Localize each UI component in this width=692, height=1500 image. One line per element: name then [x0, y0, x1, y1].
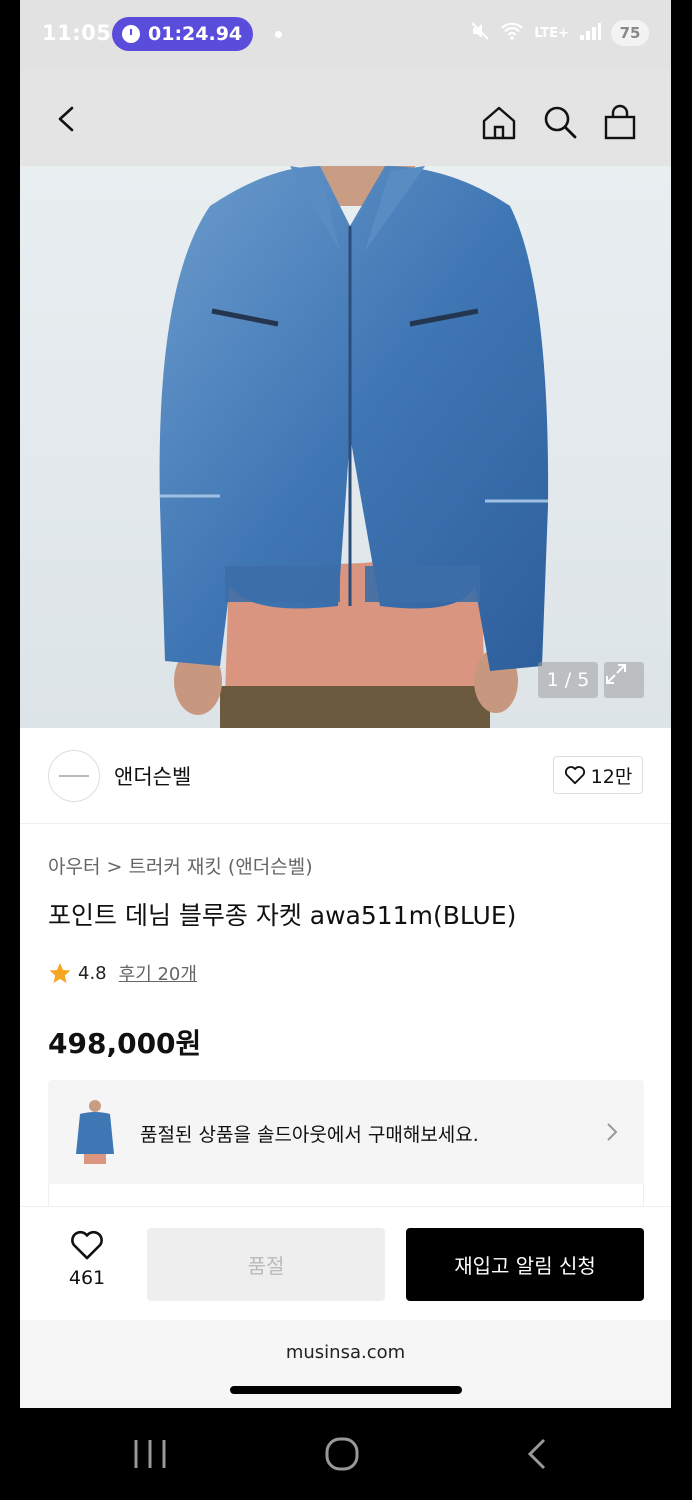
brand-logo	[48, 750, 100, 802]
mute-icon	[470, 21, 490, 45]
breadcrumb[interactable]: 아우터 > 트러커 재킷 (앤더슨벨)	[48, 852, 313, 879]
notification-dot	[275, 31, 282, 38]
home-icon[interactable]	[480, 104, 518, 142]
product-rating: 4.8 후기 20개	[48, 960, 197, 986]
browser-url-bar[interactable]: musinsa.com	[20, 1320, 671, 1408]
wifi-icon	[500, 21, 524, 45]
restock-notify-button[interactable]: 재입고 알림 신청	[406, 1228, 644, 1301]
stopwatch-icon	[122, 25, 140, 43]
home-button-icon[interactable]	[322, 1434, 362, 1474]
soldout-button[interactable]: 품절	[147, 1228, 385, 1301]
wishlist-button[interactable]: 461	[60, 1229, 114, 1289]
search-icon[interactable]	[541, 104, 579, 142]
heart-icon	[564, 766, 585, 785]
soldout-banner[interactable]: 품절된 상품을 솔드아웃에서 구매해보세요.	[48, 1080, 644, 1184]
bag-icon[interactable]	[601, 104, 639, 142]
reviews-link[interactable]: 후기 20개	[119, 960, 197, 986]
gesture-handle[interactable]	[230, 1386, 462, 1394]
bottom-action-bar: 461 품절 재입고 알림 신청	[20, 1206, 671, 1320]
brand-name[interactable]: 앤더슨벨	[114, 761, 191, 791]
status-icons: LTE+ 75	[470, 20, 649, 46]
back-icon[interactable]	[50, 102, 84, 136]
status-time: 11:05	[42, 21, 112, 45]
product-photo	[159, 166, 549, 728]
heart-icon	[71, 1230, 103, 1260]
star-icon	[49, 963, 71, 983]
product-image-gallery[interactable]: 1 / 5	[20, 166, 671, 728]
network-label: LTE+	[534, 25, 569, 41]
screen-record-timer[interactable]: 01:24.94	[112, 17, 253, 51]
brand-row[interactable]: 앤더슨벨 12만	[20, 728, 671, 824]
wishlist-count: 461	[68, 1267, 106, 1289]
back-button-icon[interactable]	[518, 1434, 558, 1474]
soldout-thumbnail	[68, 1098, 122, 1166]
system-nav-bar	[0, 1408, 692, 1500]
timer-value: 01:24.94	[148, 23, 243, 45]
product-price: 498,000원	[48, 1027, 202, 1060]
battery-indicator: 75	[611, 20, 649, 46]
url-text: musinsa.com	[285, 1342, 406, 1363]
brand-like-button[interactable]: 12만	[553, 756, 643, 794]
product-title: 포인트 데님 블루종 자켓 awa511m(BLUE)	[48, 901, 517, 930]
app-screen: 11:05 01:24.94 LTE+ 75 1 / 5 앤더슨벨 12만 아우…	[20, 0, 671, 1408]
status-bar: 11:05 01:24.94 LTE+ 75	[20, 0, 671, 70]
soldout-banner-text: 품절된 상품을 솔드아웃에서 구매해보세요.	[140, 1124, 479, 1146]
rating-value: 4.8	[78, 962, 107, 984]
top-nav	[20, 70, 671, 166]
signal-icon	[579, 21, 601, 45]
brand-like-count: 12만	[590, 765, 633, 788]
expand-icon[interactable]	[604, 662, 644, 698]
recent-apps-icon[interactable]	[130, 1434, 170, 1474]
chevron-right-icon	[607, 1123, 618, 1141]
image-counter: 1 / 5	[538, 662, 598, 698]
